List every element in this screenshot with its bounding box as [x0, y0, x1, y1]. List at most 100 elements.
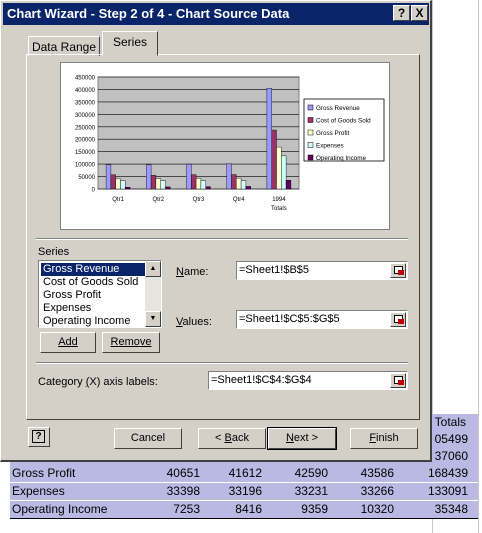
remove-series-button[interactable]: Remove — [102, 332, 160, 353]
bar — [115, 178, 121, 190]
y-tick-label: 50000 — [78, 175, 95, 181]
list-scrollbar[interactable]: ▲ ▼ — [145, 261, 161, 327]
bar — [281, 155, 287, 190]
x-tick-label: Qtr2 — [152, 197, 164, 203]
legend-swatch — [307, 154, 314, 161]
y-tick-label: 400000 — [75, 88, 96, 94]
cell-value: 33231 — [294, 484, 328, 498]
legend-entry: Gross Profit — [316, 130, 349, 137]
cell-value: 43586 — [360, 466, 394, 480]
cell-value: 40651 — [166, 466, 200, 480]
bar — [226, 163, 232, 190]
close-button[interactable]: X — [411, 5, 428, 21]
values-field[interactable]: =Sheet1!$C$5:$G$5 — [236, 310, 408, 329]
bar — [231, 174, 237, 190]
totals-header: Totals — [434, 415, 466, 429]
y-tick-label: 0 — [92, 188, 96, 194]
title-bar: Chart Wizard - Step 2 of 4 - Chart Sourc… — [3, 3, 429, 25]
cell-value: 9359 — [301, 502, 328, 516]
scroll-up-icon[interactable]: ▲ — [145, 261, 161, 277]
list-item[interactable]: Expenses — [41, 302, 145, 315]
x-tick-label: 1994 — [272, 197, 286, 203]
name-field[interactable]: =Sheet1!$B$5 — [236, 261, 408, 280]
name-label: Name: — [176, 266, 209, 278]
finish-button[interactable]: Finish — [350, 428, 418, 449]
next-label: Next > — [285, 432, 319, 444]
add-series-button[interactable]: Add — [40, 332, 96, 353]
table-row: Operating Income 7253 8416 9359 10320 35… — [10, 501, 478, 518]
cell-value: 41612 — [228, 466, 262, 480]
legend-entry: Expenses — [316, 143, 344, 150]
cell-value: 35348 — [434, 502, 468, 516]
cell-value: 10320 — [360, 502, 394, 516]
cancel-button[interactable]: Cancel — [114, 428, 182, 449]
help-icon: ? — [32, 430, 45, 443]
x-tick-label: Totals — [271, 206, 287, 212]
collapse-dialog-icon[interactable] — [390, 263, 406, 278]
window-title: Chart Wizard - Step 2 of 4 - Chart Sourc… — [7, 6, 290, 21]
cell-value: 33398 — [166, 484, 200, 498]
tab-data-range[interactable]: Data Range — [28, 36, 100, 56]
legend-swatch — [307, 129, 314, 136]
collapse-dialog-icon[interactable] — [390, 312, 406, 327]
chart-preview: 0 50000 100000 150000 200000 250000 300000 3500… — [60, 62, 390, 230]
separator — [36, 238, 408, 240]
x-tick-label: Qtr1 — [112, 197, 124, 203]
bar — [245, 186, 251, 190]
scroll-down-icon[interactable]: ▼ — [145, 311, 161, 327]
category-axis-value: =Sheet1!$C$4:$G$4 — [211, 374, 312, 386]
finish-label: Finish — [369, 432, 399, 444]
chart-svg: 0 50000 100000 150000 200000 250000 300000 3500… — [75, 76, 385, 212]
category-axis-field[interactable]: =Sheet1!$C$4:$G$4 — [208, 371, 408, 390]
series-listbox[interactable]: Gross Revenue Cost of Goods Sold Gross P… — [38, 260, 162, 328]
bar — [266, 88, 272, 190]
legend-swatch — [307, 104, 314, 111]
collapse-dialog-icon[interactable] — [390, 373, 406, 388]
bar — [120, 180, 126, 190]
help-button[interactable]: ? — [393, 5, 410, 21]
list-item[interactable]: Gross Revenue — [41, 263, 145, 276]
values-label: Values: — [176, 316, 212, 328]
series-label: Series — [38, 246, 70, 258]
category-axis-label: Category (X) axis labels: — [38, 376, 158, 388]
table-row: Expenses 33398 33196 33231 33266 133091 — [10, 483, 478, 500]
cell-value: 168439 — [427, 466, 468, 480]
bar — [160, 180, 166, 190]
grid-line — [478, 0, 479, 533]
bar — [110, 174, 116, 190]
legend-swatch — [307, 142, 314, 148]
tab-series[interactable]: Series — [102, 31, 158, 56]
bar — [285, 180, 292, 190]
tab-label: Data Range — [31, 40, 97, 54]
list-item[interactable]: Cost of Goods Sold — [41, 276, 145, 289]
bar — [150, 175, 157, 190]
next-button[interactable]: Next > — [267, 427, 337, 450]
office-assistant-button[interactable]: ? — [28, 427, 50, 447]
y-tick-label: 300000 — [75, 113, 96, 119]
row-label: Gross Profit — [12, 466, 76, 480]
add-label: Add — [58, 336, 78, 348]
tab-label: Series — [112, 35, 147, 49]
list-item[interactable]: Operating Income — [41, 315, 145, 327]
row-label: Expenses — [12, 484, 65, 498]
bar — [146, 164, 152, 190]
list-item[interactable]: Gross Profit — [41, 289, 145, 302]
back-button[interactable]: < Back — [198, 428, 266, 449]
bar — [186, 163, 192, 190]
bar — [155, 178, 161, 190]
row-label: Operating Income — [12, 502, 108, 516]
bar — [236, 177, 242, 190]
y-tick-label: 350000 — [75, 100, 96, 106]
bar — [271, 129, 277, 190]
cell-value: 42590 — [294, 466, 328, 480]
cell-value: 33196 — [228, 484, 262, 498]
table-row: Gross Profit 40651 41612 42590 43586 168… — [10, 465, 478, 482]
bar — [200, 180, 206, 190]
close-icon: X — [415, 6, 424, 20]
y-tick-label: 100000 — [75, 163, 96, 169]
bar — [191, 174, 197, 190]
legend-swatch — [307, 117, 314, 123]
back-label: < Back — [215, 432, 249, 444]
legend-entry: Gross Revenue — [316, 105, 360, 112]
bar — [240, 180, 247, 190]
